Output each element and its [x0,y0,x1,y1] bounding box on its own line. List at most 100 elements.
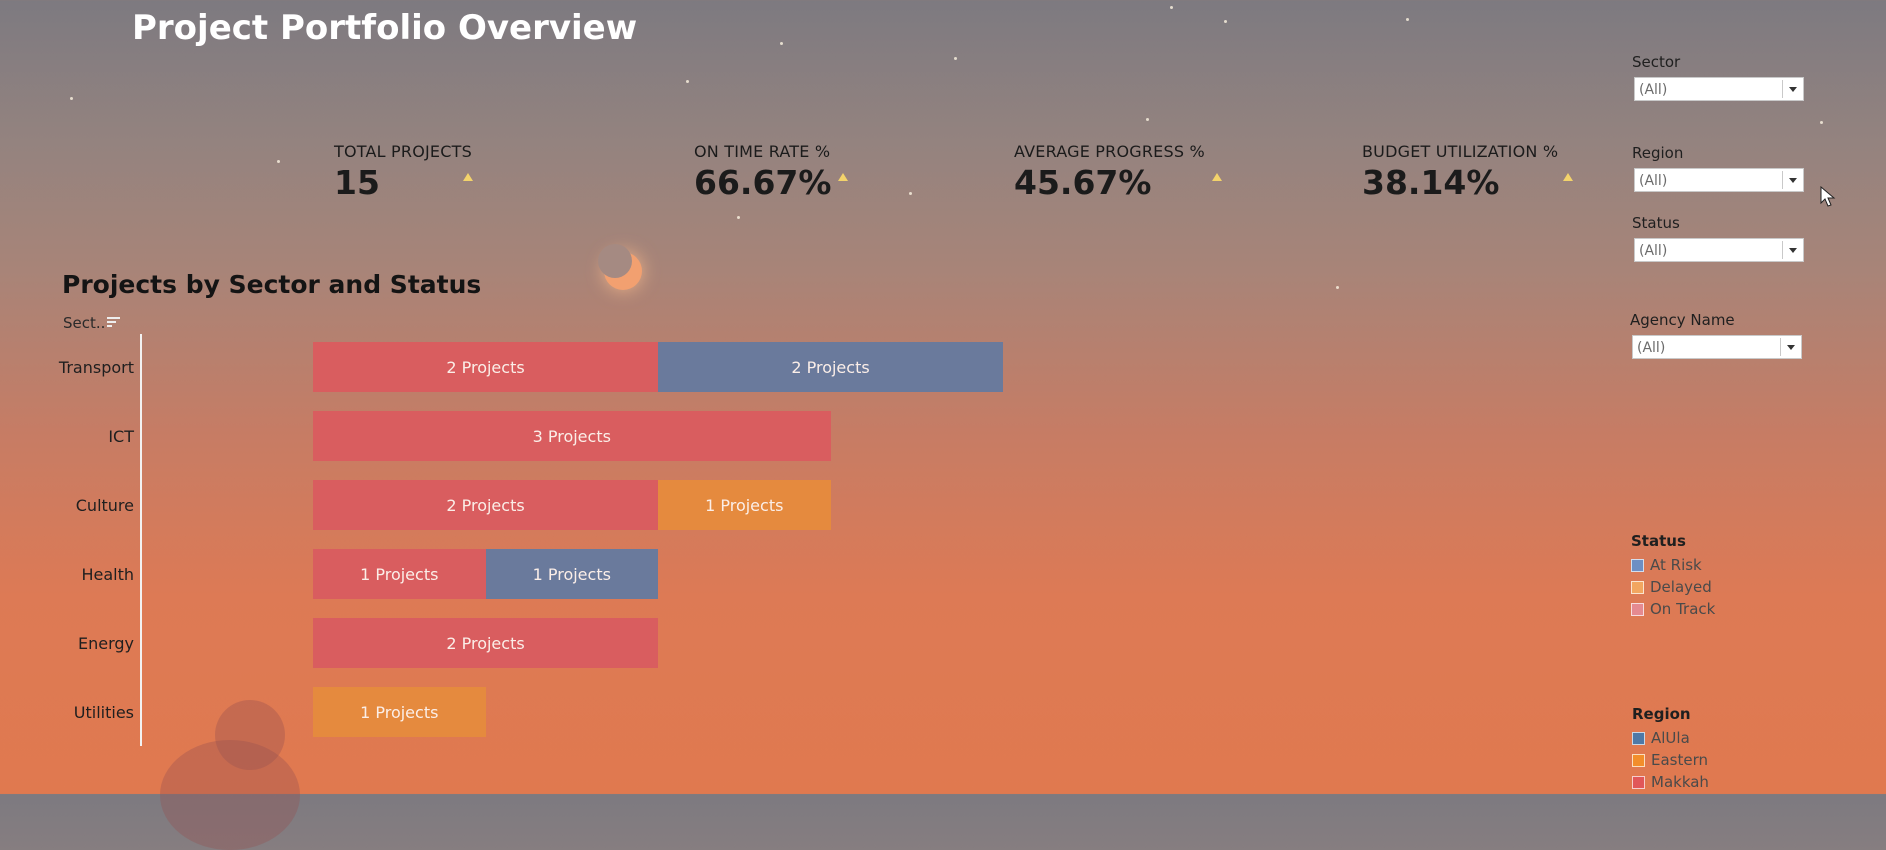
dropdown-divider [1782,80,1783,98]
bar-segment[interactable]: 1 Projects [658,480,831,530]
filter-label: Sector [1632,53,1681,71]
category-label: Transport [58,358,134,377]
star [1170,6,1173,9]
chevron-down-icon[interactable] [1787,345,1795,350]
bar-data-label: 2 Projects [791,357,870,377]
mouse-cursor-icon [1820,186,1836,207]
bar-segment[interactable]: 3 Projects [313,411,831,461]
chevron-down-icon[interactable] [1789,87,1797,92]
category-label: Utilities [73,703,134,722]
legend-swatch [1631,580,1644,594]
agency-filter: Agency Name (All) [1630,311,1802,359]
star [1146,118,1149,121]
region-legend: Region AlUla Eastern Makkah [1632,705,1709,793]
kpi-value: 66.67% [694,163,832,202]
star [1406,18,1409,21]
status-legend: Status At Risk Delayed On Track [1631,532,1715,620]
dropdown-value: (All) [1639,173,1668,189]
star [954,57,957,60]
legend-item[interactable]: AlUla [1632,727,1709,749]
bar-segment[interactable]: 1 Projects [313,687,486,737]
sector-column-header[interactable]: Sect.. [63,314,105,332]
kpi-label: TOTAL PROJECTS [334,142,472,161]
filter-label: Status [1632,214,1680,232]
status-filter: Status (All) [1632,214,1804,262]
legend-label: Delayed [1650,578,1712,596]
dropdown-value: (All) [1639,243,1668,259]
bar-segment[interactable]: 1 Projects [485,549,658,599]
trend-up-icon [1212,173,1222,181]
agency-dropdown[interactable]: (All) [1632,335,1802,359]
legend-item[interactable]: Delayed [1631,576,1715,598]
trend-up-icon [463,173,473,181]
bar-data-label: 3 Projects [532,426,611,446]
chevron-down-icon[interactable] [1789,248,1797,253]
kpi-label: AVERAGE PROGRESS % [1014,142,1205,161]
kpi-label: ON TIME RATE % [694,142,831,161]
region-dropdown[interactable]: (All) [1634,168,1804,192]
sector-dropdown[interactable]: (All) [1634,77,1804,101]
status-dropdown[interactable]: (All) [1634,238,1804,262]
star [737,216,740,219]
dropdown-value: (All) [1639,82,1668,98]
legend-item[interactable]: At Risk [1631,554,1715,576]
category-label: Health [81,565,134,584]
bar-data-label: 2 Projects [446,495,525,515]
kpi-value: 15 [334,163,380,202]
page-title: Project Portfolio Overview [132,8,638,48]
star [1820,121,1823,124]
cloud-decoration [215,700,285,770]
bar-data-label: 1 Projects [705,495,784,515]
filter-label: Agency Name [1630,311,1735,329]
star [70,97,73,100]
legend-label: At Risk [1650,556,1702,574]
bar-data-label: 1 Projects [360,702,439,722]
legend-label: Makkah [1651,773,1709,791]
kpi-value: 38.14% [1362,163,1500,202]
dropdown-divider [1780,338,1781,356]
legend-swatch [1631,558,1644,572]
dropdown-divider [1782,241,1783,259]
kpi-total-projects: TOTAL PROJECTS 15 [334,142,472,202]
legend-item[interactable]: Makkah [1632,771,1709,793]
kpi-label: BUDGET UTILIZATION % [1362,142,1559,161]
kpi-budget-utilization: BUDGET UTILIZATION % 38.14% [1362,142,1558,202]
sector-filter: Sector (All) [1632,53,1804,101]
sort-icon[interactable] [107,317,121,329]
dropdown-value: (All) [1637,340,1666,356]
legend-item[interactable]: On Track [1631,598,1715,620]
legend-label: Eastern [1651,751,1709,769]
bar-segment[interactable]: 1 Projects [313,549,486,599]
legend-swatch [1632,775,1645,789]
trend-up-icon [838,173,848,181]
bar-data-label: 1 Projects [360,564,439,584]
category-label: Energy [77,634,134,653]
region-filter: Region (All) [1632,144,1804,192]
trend-up-icon [1563,173,1573,181]
star [277,160,280,163]
kpi-average-progress: AVERAGE PROGRESS % 45.67% [1014,142,1205,202]
bar-data-label: 2 Projects [446,633,525,653]
filter-label: Region [1632,144,1684,162]
star [686,80,689,83]
kpi-value: 45.67% [1014,163,1152,202]
legend-swatch [1631,602,1644,616]
bar-segment[interactable]: 2 Projects [658,342,1003,392]
category-label: Culture [75,496,134,515]
legend-label: On Track [1650,600,1716,618]
moon-decoration [598,244,642,290]
legend-swatch [1632,753,1645,767]
kpi-on-time-rate: ON TIME RATE % 66.67% [694,142,831,202]
dropdown-divider [1782,171,1783,189]
star [1224,20,1227,23]
bar-data-label: 2 Projects [446,357,525,377]
bar-data-label: 1 Projects [532,564,611,584]
star [909,192,912,195]
legend-title: Region [1632,705,1691,723]
legend-item[interactable]: Eastern [1632,749,1709,771]
bar-segment[interactable]: 2 Projects [313,618,658,668]
chevron-down-icon[interactable] [1789,178,1797,183]
bar-segment[interactable]: 2 Projects [313,480,658,530]
legend-swatch [1632,731,1645,745]
bar-segment[interactable]: 2 Projects [313,342,658,392]
